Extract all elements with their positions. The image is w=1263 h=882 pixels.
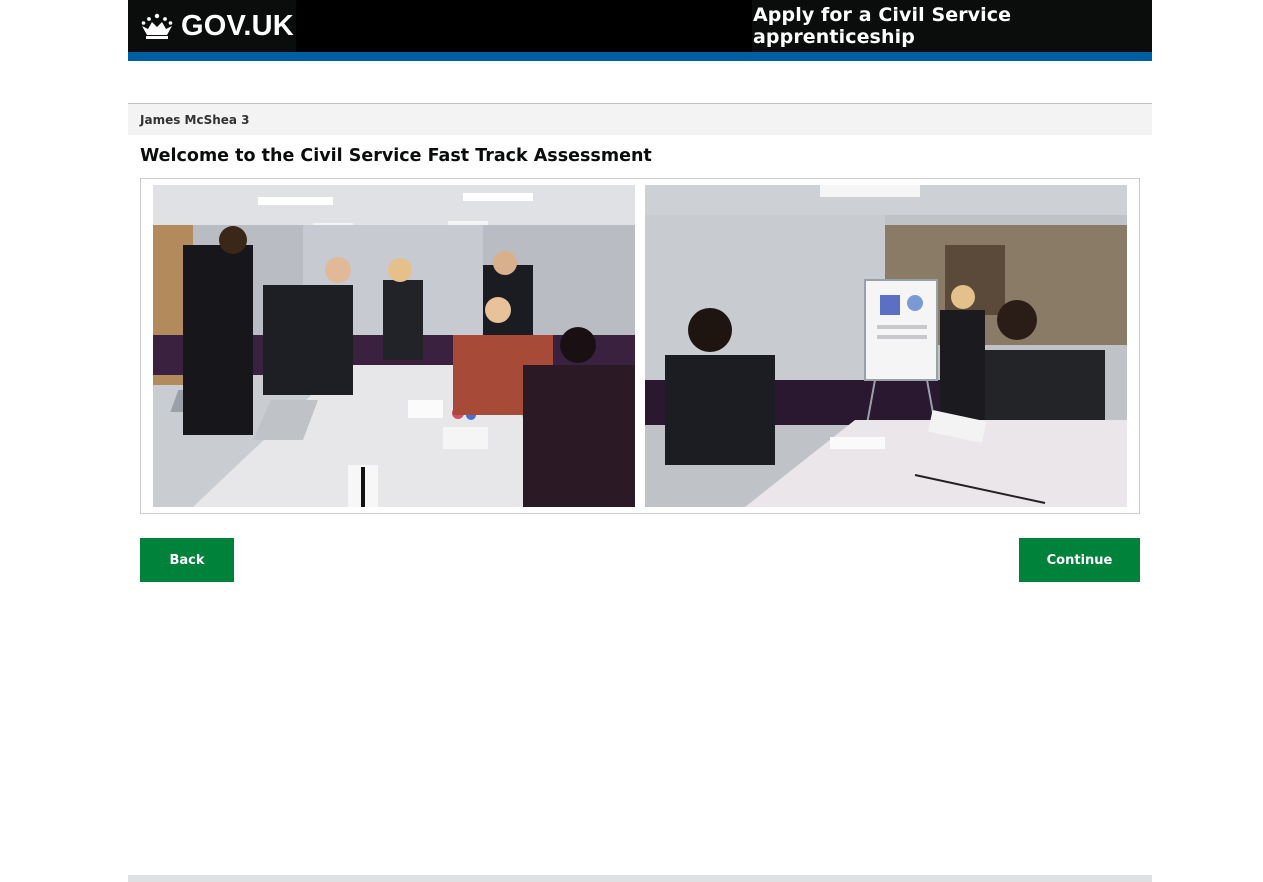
header-accent-bar [128,52,1152,61]
user-name: James McShea 3 [140,112,250,127]
service-name: Apply for a Civil Service apprenticeship [753,4,1012,48]
image-panel [140,178,1140,514]
service-name-link[interactable]: Apply for a Civil Service apprenticeship [752,0,1152,52]
crown-icon [140,13,174,39]
flipchart-presentation-photo [645,185,1127,507]
site-header: GOV.UK Apply for a Civil Service apprent… [128,0,1152,52]
meeting-handshake-photo [153,185,635,507]
footer-border [128,875,1152,882]
govuk-logo-link[interactable]: GOV.UK [128,0,296,52]
govuk-logo-text: GOV.UK [181,9,294,42]
back-button[interactable]: Back [140,538,234,582]
page-title: Welcome to the Civil Service Fast Track … [140,146,652,166]
continue-button[interactable]: Continue [1019,538,1140,582]
user-bar: James McShea 3 [128,103,1152,135]
